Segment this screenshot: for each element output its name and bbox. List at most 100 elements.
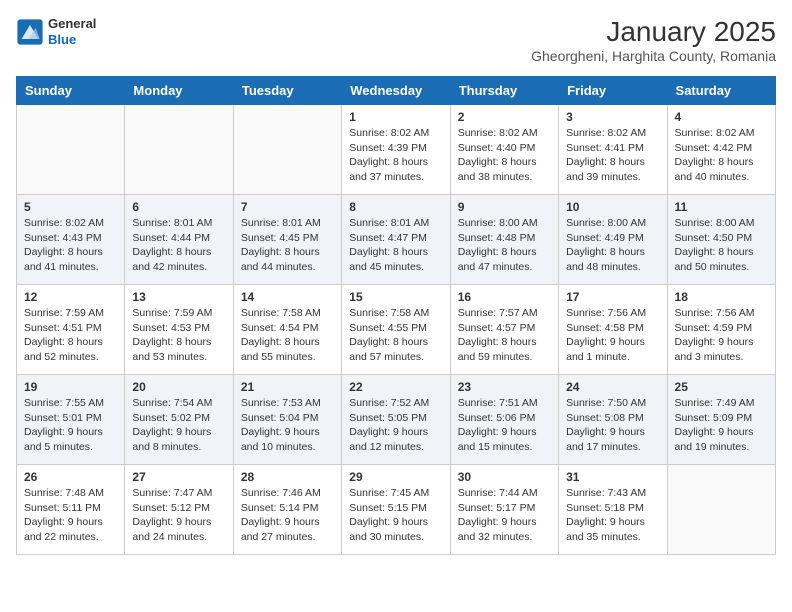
day-info: Sunrise: 8:02 AM Sunset: 4:43 PM Dayligh… bbox=[24, 217, 104, 273]
logo-line2: Blue bbox=[48, 32, 96, 48]
day-header-friday: Friday bbox=[559, 77, 667, 105]
logo-line1: General bbox=[48, 16, 96, 32]
day-info: Sunrise: 7:56 AM Sunset: 4:59 PM Dayligh… bbox=[675, 307, 755, 363]
calendar-cell: 2Sunrise: 8:02 AM Sunset: 4:40 PM Daylig… bbox=[450, 105, 558, 195]
day-number: 15 bbox=[349, 290, 442, 304]
calendar-cell: 6 Sunrise: 8:01 AM Sunset: 4:44 PM Daylig… bbox=[125, 195, 233, 285]
day-number: 20 bbox=[132, 380, 225, 394]
day-info: Sunrise: 7:53 AM Sunset: 5:04 PM Dayligh… bbox=[241, 397, 321, 453]
calendar-week-row: 5 Sunrise: 8:02 AM Sunset: 4:43 PM Daylig… bbox=[17, 195, 776, 285]
day-number: 3 bbox=[566, 110, 659, 124]
day-number: 5 bbox=[24, 200, 117, 214]
day-number: 18 bbox=[675, 290, 768, 304]
day-info: Sunrise: 7:47 AM Sunset: 5:12 PM Dayligh… bbox=[132, 487, 212, 543]
day-number: 17 bbox=[566, 290, 659, 304]
day-info: Sunrise: 8:00 AM Sunset: 4:49 PM Dayligh… bbox=[566, 217, 646, 273]
day-number: 27 bbox=[132, 470, 225, 484]
calendar-table: SundayMondayTuesdayWednesdayThursdayFrid… bbox=[16, 76, 776, 555]
day-header-monday: Monday bbox=[125, 77, 233, 105]
calendar-cell: 19Sunrise: 7:55 AM Sunset: 5:01 PM Dayli… bbox=[17, 375, 125, 465]
day-info: Sunrise: 7:56 AM Sunset: 4:58 PM Dayligh… bbox=[566, 307, 646, 363]
day-number: 23 bbox=[458, 380, 551, 394]
calendar-cell bbox=[125, 105, 233, 195]
day-header-wednesday: Wednesday bbox=[342, 77, 450, 105]
calendar-header-row: SundayMondayTuesdayWednesdayThursdayFrid… bbox=[17, 77, 776, 105]
day-info: Sunrise: 8:02 AM Sunset: 4:42 PM Dayligh… bbox=[675, 127, 755, 183]
day-number: 10 bbox=[566, 200, 659, 214]
day-number: 22 bbox=[349, 380, 442, 394]
calendar-cell: 8Sunrise: 8:01 AM Sunset: 4:47 PM Daylig… bbox=[342, 195, 450, 285]
calendar-cell: 14 Sunrise: 7:58 AM Sunset: 4:54 PM Dayli… bbox=[233, 285, 341, 375]
day-info: Sunrise: 7:49 AM Sunset: 5:09 PM Dayligh… bbox=[675, 397, 755, 453]
day-info: Sunrise: 7:46 AM Sunset: 5:14 PM Dayligh… bbox=[241, 487, 321, 543]
calendar-cell: 24Sunrise: 7:50 AM Sunset: 5:08 PM Dayli… bbox=[559, 375, 667, 465]
day-info: Sunrise: 7:45 AM Sunset: 5:15 PM Dayligh… bbox=[349, 487, 429, 543]
day-info: Sunrise: 7:52 AM Sunset: 5:05 PM Dayligh… bbox=[349, 397, 429, 453]
calendar-cell: 16 Sunrise: 7:57 AM Sunset: 4:57 PM Dayli… bbox=[450, 285, 558, 375]
logo-text: General Blue bbox=[48, 16, 96, 47]
day-info: Sunrise: 7:57 AM Sunset: 4:57 PM Dayligh… bbox=[458, 307, 538, 363]
day-number: 31 bbox=[566, 470, 659, 484]
day-number: 28 bbox=[241, 470, 334, 484]
day-number: 16 bbox=[458, 290, 551, 304]
day-number: 12 bbox=[24, 290, 117, 304]
calendar-cell bbox=[233, 105, 341, 195]
day-number: 19 bbox=[24, 380, 117, 394]
day-number: 11 bbox=[675, 200, 768, 214]
day-info: Sunrise: 8:02 AM Sunset: 4:39 PM Dayligh… bbox=[349, 127, 429, 183]
calendar-cell: 3Sunrise: 8:02 AM Sunset: 4:41 PM Daylig… bbox=[559, 105, 667, 195]
day-header-sunday: Sunday bbox=[17, 77, 125, 105]
day-info: Sunrise: 7:48 AM Sunset: 5:11 PM Dayligh… bbox=[24, 487, 104, 543]
day-info: Sunrise: 8:01 AM Sunset: 4:47 PM Dayligh… bbox=[349, 217, 429, 273]
calendar-cell: 28 Sunrise: 7:46 AM Sunset: 5:14 PM Dayli… bbox=[233, 465, 341, 555]
day-number: 6 bbox=[132, 200, 225, 214]
calendar-cell bbox=[667, 465, 775, 555]
day-number: 25 bbox=[675, 380, 768, 394]
day-number: 26 bbox=[24, 470, 117, 484]
calendar-cell: 27 Sunrise: 7:47 AM Sunset: 5:12 PM Dayli… bbox=[125, 465, 233, 555]
calendar-cell: 10 Sunrise: 8:00 AM Sunset: 4:49 PM Dayli… bbox=[559, 195, 667, 285]
day-info: Sunrise: 7:58 AM Sunset: 4:55 PM Dayligh… bbox=[349, 307, 429, 363]
calendar-cell: 26 Sunrise: 7:48 AM Sunset: 5:11 PM Dayli… bbox=[17, 465, 125, 555]
page-title: January 2025 bbox=[531, 16, 776, 48]
day-info: Sunrise: 7:59 AM Sunset: 4:51 PM Dayligh… bbox=[24, 307, 104, 363]
day-number: 14 bbox=[241, 290, 334, 304]
day-number: 13 bbox=[132, 290, 225, 304]
day-info: Sunrise: 7:50 AM Sunset: 5:08 PM Dayligh… bbox=[566, 397, 646, 453]
day-info: Sunrise: 7:54 AM Sunset: 5:02 PM Dayligh… bbox=[132, 397, 212, 453]
calendar-cell bbox=[17, 105, 125, 195]
day-info: Sunrise: 8:01 AM Sunset: 4:44 PM Dayligh… bbox=[132, 217, 212, 273]
calendar-cell: 22 Sunrise: 7:52 AM Sunset: 5:05 PM Dayli… bbox=[342, 375, 450, 465]
day-info: Sunrise: 7:59 AM Sunset: 4:53 PM Dayligh… bbox=[132, 307, 212, 363]
calendar-week-row: 19Sunrise: 7:55 AM Sunset: 5:01 PM Dayli… bbox=[17, 375, 776, 465]
calendar-cell: 31 Sunrise: 7:43 AM Sunset: 5:18 PM Dayli… bbox=[559, 465, 667, 555]
day-info: Sunrise: 8:01 AM Sunset: 4:45 PM Dayligh… bbox=[241, 217, 321, 273]
calendar-cell: 11Sunrise: 8:00 AM Sunset: 4:50 PM Dayli… bbox=[667, 195, 775, 285]
page-header: General Blue January 2025 Gheorgheni, Ha… bbox=[16, 16, 776, 64]
calendar-week-row: 26 Sunrise: 7:48 AM Sunset: 5:11 PM Dayli… bbox=[17, 465, 776, 555]
calendar-cell: 23 Sunrise: 7:51 AM Sunset: 5:06 PM Dayli… bbox=[450, 375, 558, 465]
calendar-cell: 9Sunrise: 8:00 AM Sunset: 4:48 PM Daylig… bbox=[450, 195, 558, 285]
calendar-week-row: 12 Sunrise: 7:59 AM Sunset: 4:51 PM Dayli… bbox=[17, 285, 776, 375]
calendar-cell: 21 Sunrise: 7:53 AM Sunset: 5:04 PM Dayli… bbox=[233, 375, 341, 465]
logo: General Blue bbox=[16, 16, 96, 47]
calendar-cell: 25 Sunrise: 7:49 AM Sunset: 5:09 PM Dayli… bbox=[667, 375, 775, 465]
day-header-thursday: Thursday bbox=[450, 77, 558, 105]
day-info: Sunrise: 7:44 AM Sunset: 5:17 PM Dayligh… bbox=[458, 487, 538, 543]
page-subtitle: Gheorgheni, Harghita County, Romania bbox=[531, 48, 776, 64]
day-info: Sunrise: 7:58 AM Sunset: 4:54 PM Dayligh… bbox=[241, 307, 321, 363]
calendar-cell: 20 Sunrise: 7:54 AM Sunset: 5:02 PM Dayli… bbox=[125, 375, 233, 465]
day-info: Sunrise: 7:43 AM Sunset: 5:18 PM Dayligh… bbox=[566, 487, 646, 543]
calendar-cell: 17 Sunrise: 7:56 AM Sunset: 4:58 PM Dayli… bbox=[559, 285, 667, 375]
day-number: 9 bbox=[458, 200, 551, 214]
day-number: 1 bbox=[349, 110, 442, 124]
calendar-cell: 30Sunrise: 7:44 AM Sunset: 5:17 PM Dayli… bbox=[450, 465, 558, 555]
calendar-cell: 12 Sunrise: 7:59 AM Sunset: 4:51 PM Dayli… bbox=[17, 285, 125, 375]
logo-icon bbox=[16, 18, 44, 46]
calendar-cell: 29Sunrise: 7:45 AM Sunset: 5:15 PM Dayli… bbox=[342, 465, 450, 555]
calendar-cell: 7 Sunrise: 8:01 AM Sunset: 4:45 PM Daylig… bbox=[233, 195, 341, 285]
day-number: 7 bbox=[241, 200, 334, 214]
calendar-week-row: 1 Sunrise: 8:02 AM Sunset: 4:39 PM Daylig… bbox=[17, 105, 776, 195]
day-info: Sunrise: 7:51 AM Sunset: 5:06 PM Dayligh… bbox=[458, 397, 538, 453]
day-number: 21 bbox=[241, 380, 334, 394]
